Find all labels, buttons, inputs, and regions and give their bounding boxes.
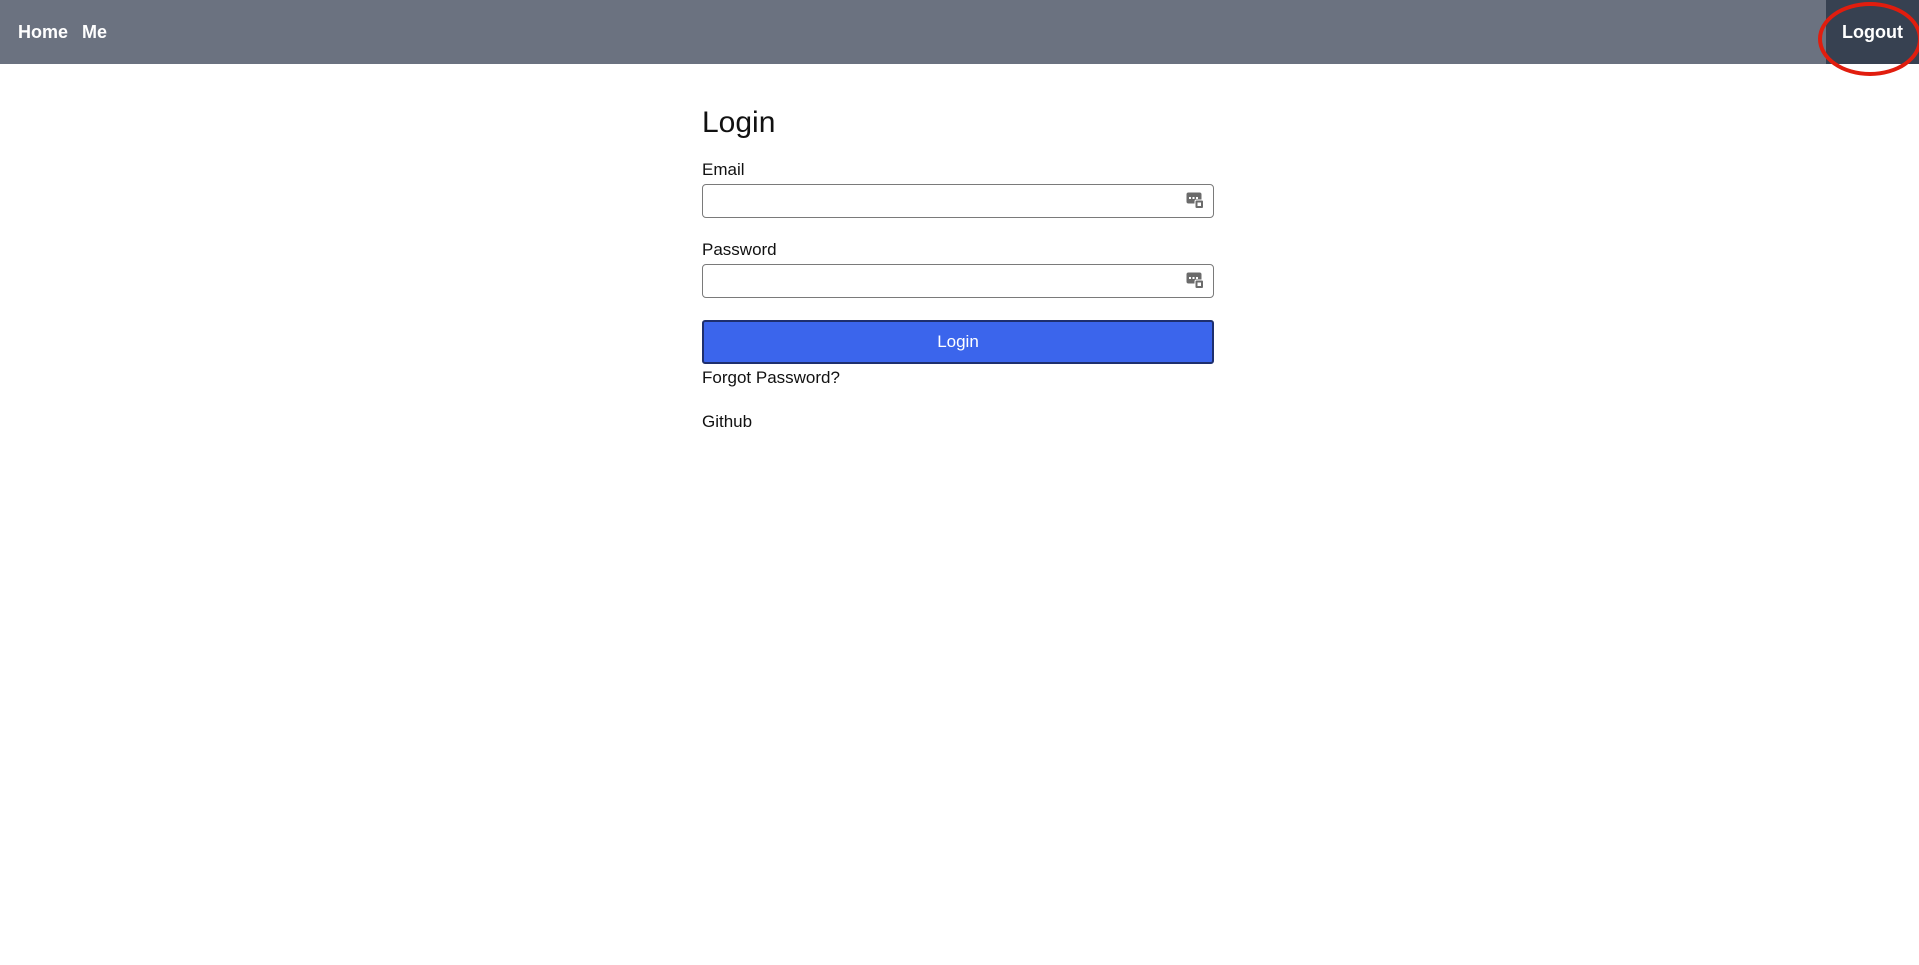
email-field[interactable] bbox=[702, 184, 1214, 218]
forgot-password-link[interactable]: Forgot Password? bbox=[702, 366, 840, 390]
nav-home-link[interactable]: Home bbox=[18, 22, 68, 43]
password-field-wrapper bbox=[702, 264, 1214, 298]
login-form-container: Login Email Password Login Forgot Passwo… bbox=[702, 104, 1214, 434]
password-label: Password bbox=[702, 240, 777, 259]
logout-container: Logout bbox=[1826, 0, 1919, 64]
password-field[interactable] bbox=[702, 264, 1214, 298]
github-login-link[interactable]: Github bbox=[702, 410, 1214, 434]
email-label: Email bbox=[702, 160, 745, 179]
nav-me-link[interactable]: Me bbox=[82, 22, 107, 43]
top-navbar: Home Me Logout bbox=[0, 0, 1919, 64]
password-manager-icon[interactable] bbox=[1186, 272, 1204, 289]
page-title: Login bbox=[702, 106, 776, 139]
login-submit-button[interactable]: Login bbox=[702, 320, 1214, 364]
logout-button[interactable]: Logout bbox=[1826, 0, 1919, 64]
email-field-wrapper bbox=[702, 184, 1214, 218]
password-manager-icon[interactable] bbox=[1186, 192, 1204, 209]
